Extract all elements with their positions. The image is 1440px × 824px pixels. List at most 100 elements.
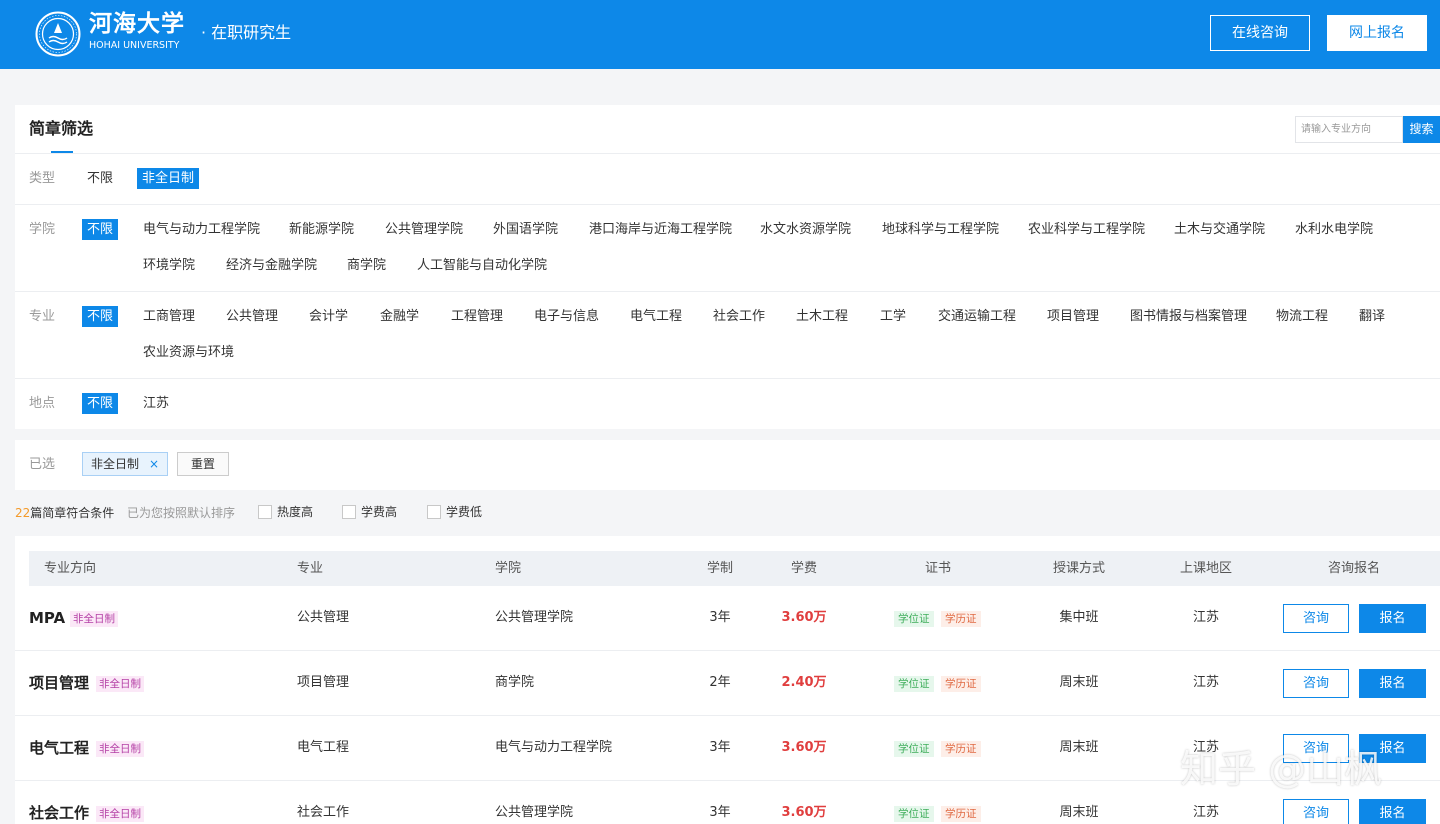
- study-type-badge: 非全日制: [96, 676, 144, 692]
- major-option[interactable]: 物流工程: [1276, 308, 1328, 326]
- sort-option-fee-low[interactable]: 学费低: [427, 503, 487, 521]
- major-option[interactable]: 工商管理: [143, 308, 195, 326]
- result-count-number: 22: [15, 506, 31, 520]
- region-cell: 江苏: [1192, 805, 1220, 820]
- reset-button[interactable]: 重置: [177, 452, 229, 476]
- close-icon[interactable]: ×: [149, 453, 159, 475]
- college-option-active[interactable]: 不限: [82, 219, 119, 240]
- column-header: 专业: [297, 561, 324, 576]
- college-option[interactable]: 水文水资源学院: [760, 221, 851, 239]
- major-option[interactable]: 电子与信息: [534, 308, 599, 326]
- college-option[interactable]: 人工智能与自动化学院: [417, 257, 547, 275]
- column-header: 上课地区: [1179, 561, 1233, 576]
- duration-cell: 3年: [709, 740, 731, 755]
- college-option[interactable]: 港口海岸与近海工程学院: [589, 221, 732, 239]
- major-option[interactable]: 金融学: [380, 308, 419, 326]
- fee-cell: 2.40万: [781, 675, 827, 690]
- location-label: 地点: [29, 396, 56, 411]
- major-option[interactable]: 工程管理: [451, 308, 503, 326]
- checkbox-icon[interactable]: [427, 505, 441, 519]
- site-subtitle: · 在职研究生: [201, 23, 292, 42]
- selected-tag[interactable]: 非全日制 ×: [82, 452, 168, 476]
- location-option-active[interactable]: 不限: [82, 393, 119, 414]
- duration-cell: 3年: [709, 805, 731, 820]
- major-option[interactable]: 土木工程: [796, 308, 848, 326]
- checkbox-icon[interactable]: [258, 505, 272, 519]
- duration-cell: 2年: [709, 675, 731, 690]
- region-cell: 江苏: [1192, 610, 1220, 625]
- direction-name[interactable]: MPA: [29, 608, 65, 628]
- major-option[interactable]: 社会工作: [713, 308, 765, 326]
- college-option[interactable]: 商学院: [347, 257, 386, 275]
- college-option[interactable]: 电气与动力工程学院: [143, 221, 260, 239]
- college-label: 学院: [29, 222, 56, 237]
- college-option[interactable]: 经济与金融学院: [226, 257, 317, 275]
- consult-button[interactable]: 咨询: [1283, 669, 1349, 698]
- consult-button[interactable]: 咨询: [1283, 734, 1349, 763]
- register-button[interactable]: 报名: [1359, 799, 1426, 824]
- column-header: 专业方向: [44, 561, 97, 576]
- online-consult-button[interactable]: 在线咨询: [1210, 15, 1310, 51]
- education-cert-badge: 学历证: [941, 806, 981, 822]
- column-header: 学制: [706, 561, 734, 576]
- direction-name[interactable]: 电气工程: [29, 738, 89, 758]
- consult-button[interactable]: 咨询: [1283, 604, 1349, 633]
- college-option[interactable]: 外国语学院: [493, 221, 558, 239]
- location-option[interactable]: 江苏: [143, 395, 169, 413]
- direction-name[interactable]: 项目管理: [29, 673, 89, 693]
- college-option[interactable]: 水利水电学院: [1295, 221, 1373, 239]
- college-option[interactable]: 农业科学与工程学院: [1028, 221, 1145, 239]
- major-option[interactable]: 工学: [880, 308, 906, 326]
- register-button[interactable]: 报名: [1359, 734, 1426, 763]
- major-option[interactable]: 公共管理: [226, 308, 278, 326]
- search-input[interactable]: [1295, 116, 1403, 143]
- fee-cell: 3.60万: [781, 610, 827, 625]
- degree-cert-badge: 学位证: [894, 676, 934, 692]
- university-seal-icon: [35, 11, 81, 57]
- consult-button[interactable]: 咨询: [1283, 799, 1349, 824]
- college-option[interactable]: 环境学院: [143, 257, 195, 275]
- college-option[interactable]: 地球科学与工程学院: [882, 221, 999, 239]
- fee-cell: 3.60万: [781, 805, 827, 820]
- college-cell: 商学院: [495, 675, 535, 690]
- major-option-active[interactable]: 不限: [82, 306, 119, 327]
- filter-panel: 简章筛选 搜索 类型 不限 非全日制 学院 不限 电气与动力工程学院 新能源学院…: [15, 105, 1440, 429]
- table-header: 专业方向 专业 学院 学制 学费 证书 授课方式 上课地区 咨询报名: [29, 551, 1440, 586]
- column-header: 咨询报名: [1327, 561, 1381, 576]
- sort-hint: 已为您按照默认排序: [127, 506, 236, 520]
- major-option[interactable]: 交通运输工程: [938, 308, 1016, 326]
- major-cell: 社会工作: [297, 805, 350, 820]
- major-option[interactable]: 翻译: [1359, 308, 1385, 326]
- degree-cert-badge: 学位证: [894, 806, 934, 822]
- major-option[interactable]: 项目管理: [1047, 308, 1099, 326]
- college-cell: 电气与动力工程学院: [495, 740, 613, 755]
- major-option[interactable]: 农业资源与环境: [143, 344, 234, 362]
- table-row: 电气工程 非全日制 电气工程 电气与动力工程学院 3年 3.60万 学位证 学历…: [15, 716, 1440, 781]
- sort-option-popular[interactable]: 热度高: [258, 503, 318, 521]
- college-option[interactable]: 新能源学院: [289, 221, 354, 239]
- sort-option-fee-high[interactable]: 学费高: [342, 503, 402, 521]
- major-option[interactable]: 会计学: [309, 308, 348, 326]
- major-cell: 项目管理: [297, 675, 350, 690]
- divider: [15, 291, 1440, 292]
- fee-cell: 3.60万: [781, 740, 827, 755]
- college-option[interactable]: 土木与交通学院: [1174, 221, 1265, 239]
- major-label: 专业: [29, 309, 56, 324]
- filter-title: 简章筛选: [29, 119, 94, 138]
- register-button[interactable]: 报名: [1359, 604, 1426, 633]
- college-option[interactable]: 公共管理学院: [385, 221, 463, 239]
- major-option[interactable]: 图书情报与档案管理: [1130, 308, 1247, 326]
- type-option[interactable]: 不限: [87, 170, 113, 188]
- teaching-mode-cell: 集中班: [1059, 610, 1099, 625]
- major-option[interactable]: 电气工程: [630, 308, 682, 326]
- register-button[interactable]: 报名: [1359, 669, 1426, 698]
- teaching-mode-cell: 周末班: [1059, 675, 1099, 690]
- type-option-active[interactable]: 非全日制: [137, 168, 200, 189]
- online-apply-button[interactable]: 网上报名: [1327, 15, 1427, 51]
- checkbox-icon[interactable]: [342, 505, 356, 519]
- selected-label: 已选: [29, 457, 56, 472]
- direction-name[interactable]: 社会工作: [29, 803, 89, 823]
- column-header: 学院: [495, 561, 522, 576]
- top-header: 河海大学 HOHAI UNIVERSITY · 在职研究生 在线咨询 网上报名: [0, 0, 1440, 69]
- search-button[interactable]: 搜索: [1403, 116, 1440, 143]
